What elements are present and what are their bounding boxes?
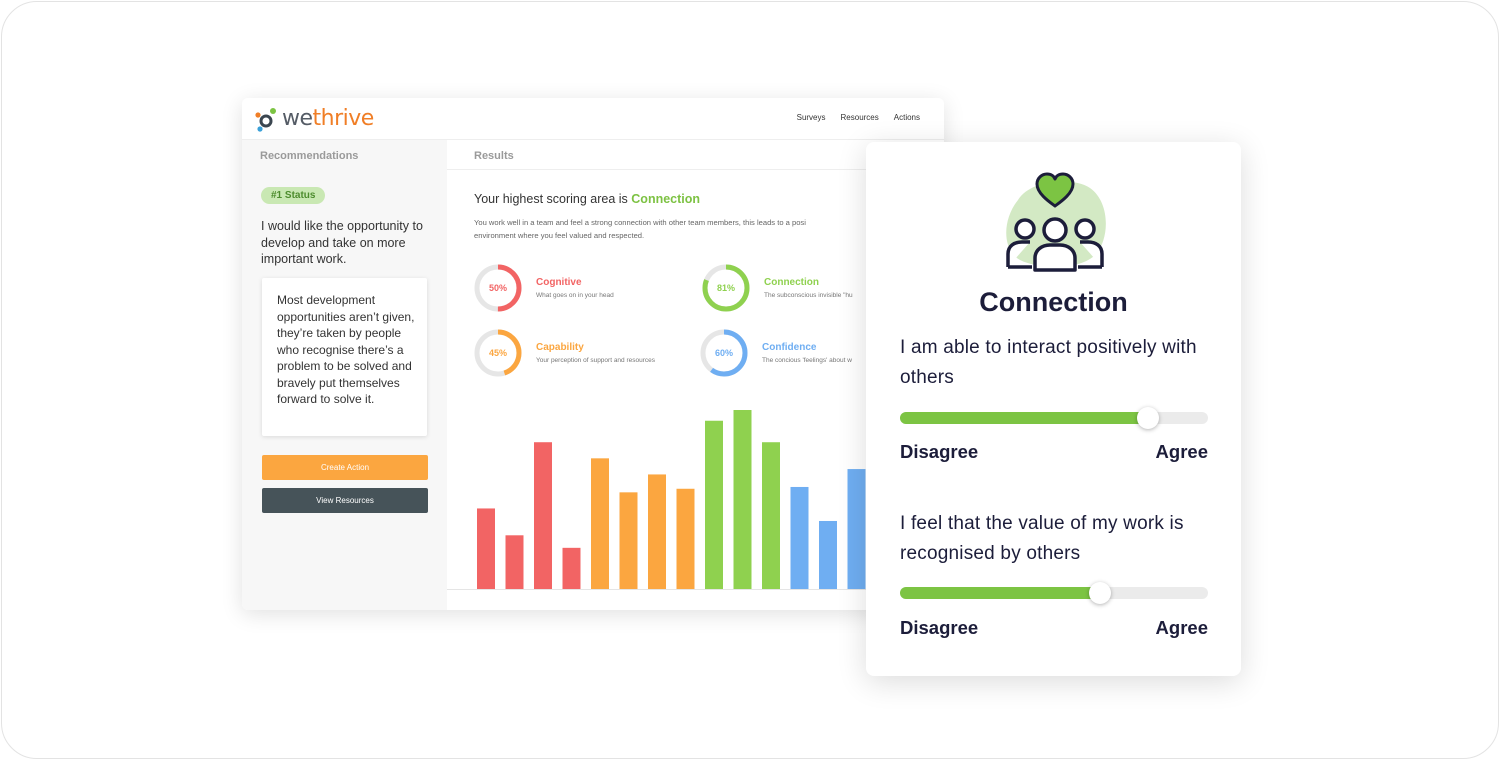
app-header: wethrive Surveys Resources Actions (242, 98, 944, 140)
nav-surveys[interactable]: Surveys (797, 113, 826, 122)
wethrive-logo-icon (254, 106, 278, 132)
question-2-text: I feel that the value of my work is reco… (900, 513, 1184, 564)
connection-card: Connection I am able to interact positiv… (866, 142, 1241, 676)
recommendation-text: I would like the opportunity to develop … (261, 219, 423, 266)
metric-name: Confidence (762, 342, 817, 353)
chart-bar (762, 442, 780, 589)
chart-bar (819, 520, 837, 589)
capability-percent: 45% (488, 348, 507, 358)
capability-ring: 45% (474, 329, 522, 377)
chart-bar (648, 474, 666, 589)
metric-description: The subconscious invisible "hu (764, 292, 853, 299)
metric-capability[interactable]: 45% Capability Your perception of suppor… (474, 329, 655, 377)
metric-name: Cognitive (536, 277, 582, 288)
chart-bar (505, 535, 524, 589)
recommendations-sidebar: Recommendations #1 Status I would like t… (242, 140, 447, 610)
metric-description: What goes on in your head (536, 292, 614, 299)
slider-fill (900, 587, 1101, 599)
results-title: Results (474, 150, 514, 162)
slider-thumb[interactable] (1136, 407, 1159, 429)
chart-bar (562, 547, 581, 589)
wethrive-logo[interactable]: wethrive (254, 106, 374, 132)
status-badge: #1 Status (261, 187, 326, 204)
confidence-percent: 60% (714, 348, 733, 358)
chart-bar (477, 508, 495, 589)
scale-high-label: Agree (1155, 617, 1208, 638)
chart-bar (733, 410, 752, 589)
metric-connection[interactable]: 81% Connection The subconscious invisibl… (702, 264, 853, 312)
metric-description: Your perception of support and resources (536, 357, 656, 364)
metric-description: The concious 'feelings' about w (762, 357, 852, 364)
chart-bar (534, 442, 552, 589)
chart-bar (705, 420, 723, 589)
metric-confidence[interactable]: 60% Confidence The concious 'feelings' a… (700, 329, 852, 377)
wethrive-wordmark: wethrive (282, 106, 374, 131)
scale-low-label: Disagree (900, 441, 979, 462)
scale-low-label: Disagree (900, 617, 979, 638)
question-2-slider[interactable] (900, 582, 1208, 604)
slider-fill (900, 412, 1148, 424)
connection-ring: 81% (702, 264, 750, 312)
card-title: Connection (979, 287, 1128, 317)
cognitive-percent: 50% (488, 283, 507, 293)
slider-thumb[interactable] (1089, 582, 1112, 604)
chart-bar (790, 486, 809, 589)
scale-high-label: Agree (1155, 441, 1208, 462)
create-action-button[interactable]: Create Action (262, 455, 428, 480)
top-nav: Surveys Resources Actions (797, 113, 920, 122)
highest-score-heading: Your highest scoring area is Connection (474, 192, 701, 206)
nav-actions[interactable]: Actions (894, 113, 920, 122)
dashboard-window: wethrive Surveys Resources Actions Recom… (242, 98, 944, 610)
highest-area: Connection (631, 192, 701, 206)
chart-bar (847, 469, 866, 589)
connection-percent: 81% (716, 283, 735, 293)
view-resources-button[interactable]: View Resources (262, 488, 428, 513)
question-1-text: I am able to interact positively with ot… (900, 337, 1197, 388)
chart-bar (591, 458, 609, 589)
chart-bar (676, 488, 695, 589)
people-heart-icon (1006, 172, 1106, 272)
quote-text: Most development opportunities aren’t gi… (277, 293, 415, 406)
cognitive-ring: 50% (474, 264, 522, 312)
metric-name: Connection (764, 277, 819, 288)
confidence-ring: 60% (700, 329, 748, 377)
chart-bar (619, 492, 638, 589)
metric-name: Capability (536, 342, 584, 353)
question-1-slider[interactable] (900, 407, 1208, 429)
nav-resources[interactable]: Resources (841, 113, 879, 122)
quote-card: Most development opportunities aren’t gi… (262, 278, 427, 436)
sidebar-title: Recommendations (260, 150, 359, 162)
results-description: You work well in a team and feel a stron… (474, 218, 806, 240)
metric-cognitive[interactable]: 50% Cognitive What goes on in your head (474, 264, 614, 312)
